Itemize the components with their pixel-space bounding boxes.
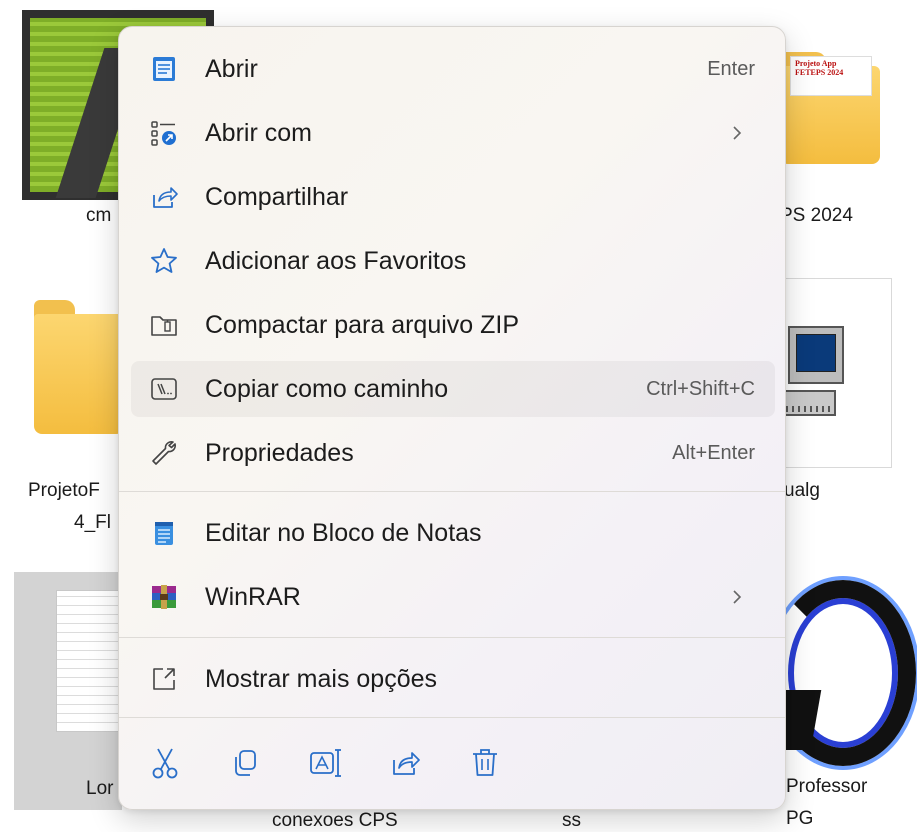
document-thumbnail-icon <box>56 590 124 732</box>
copy-path-icon <box>151 378 177 400</box>
file-label-professor-line1: Professor <box>786 776 868 797</box>
file-label-professor-line2: PG <box>786 808 814 829</box>
menu-label-winrar: WinRAR <box>205 583 301 611</box>
menu-item-zip[interactable]: Compactar para arquivo ZIP <box>131 297 775 353</box>
open-with-icon <box>151 121 176 146</box>
menu-item-more-options[interactable]: Mostrar mais opções <box>131 651 775 707</box>
menu-label-more-options: Mostrar mais opções <box>205 665 438 693</box>
menu-item-properties[interactable]: Propriedades Alt+Enter <box>131 425 775 481</box>
menu-item-favorites[interactable]: Adicionar aos Favoritos <box>131 233 775 289</box>
menu-item-share[interactable]: Compartilhar <box>131 169 775 225</box>
menu-label-properties: Propriedades <box>205 439 354 467</box>
copy-icon <box>235 750 256 776</box>
delete-button[interactable] <box>465 743 505 783</box>
menu-separator-3 <box>119 717 785 718</box>
file-label-conexoes: conexoes CPS <box>272 810 398 831</box>
menu-label-notepad: Editar no Bloco de Notas <box>205 519 482 547</box>
menu-item-winrar[interactable]: WinRAR <box>131 569 775 625</box>
menu-label-share: Compartilhar <box>205 183 349 211</box>
file-label-lor: Lor <box>86 778 114 799</box>
file-label-feteps: PS 2024 <box>780 205 853 226</box>
star-icon <box>151 248 177 273</box>
share-icon <box>153 187 178 208</box>
file-label-projeto-line1: ProjetoF <box>28 480 100 501</box>
wrench-icon <box>152 441 176 465</box>
menu-label-open: Abrir <box>205 55 258 83</box>
notepad-blue-icon <box>155 522 173 545</box>
context-menu: Abrir Enter Abrir com Compartilhar Adici… <box>118 26 786 810</box>
menu-item-copy-path[interactable]: Copiar como caminho Ctrl+Shift+C <box>131 361 775 417</box>
menu-separator-1 <box>119 491 785 492</box>
keyboard-icon <box>784 390 836 416</box>
notepad-icon <box>153 57 175 81</box>
chevron-right-icon <box>733 126 742 140</box>
scissors-icon <box>152 748 178 779</box>
folder-feteps-icon[interactable]: Projeto App FETEPS 2024 <box>780 52 880 164</box>
file-label-visualg: ualg <box>784 480 820 501</box>
computer-icon <box>788 326 844 384</box>
menu-item-notepad[interactable]: Editar no Bloco de Notas <box>131 505 775 561</box>
file-label-projeto-line2: 4_Fl <box>74 512 111 533</box>
menu-label-favorites: Adicionar aos Favoritos <box>205 247 467 275</box>
rename-button[interactable] <box>305 743 345 783</box>
winrar-icon <box>152 585 176 609</box>
share-button[interactable] <box>385 743 425 783</box>
menu-label-zip: Compactar para arquivo ZIP <box>205 311 520 339</box>
folder-projeto-icon[interactable] <box>34 300 124 434</box>
file-label-ss: ss <box>562 810 581 831</box>
shortcut-copy-path: Ctrl+Shift+C <box>646 378 755 400</box>
menu-label-open-with: Abrir com <box>205 119 312 147</box>
chevron-right-icon <box>733 590 742 604</box>
shortcut-open: Enter <box>707 58 755 80</box>
copy-button[interactable] <box>225 743 265 783</box>
menu-separator-2 <box>119 637 785 638</box>
menu-item-open-with[interactable]: Abrir com <box>131 105 775 161</box>
file-label-cm: cm <box>86 205 112 226</box>
cut-button[interactable] <box>145 743 185 783</box>
folder-paper-preview: Projeto App FETEPS 2024 <box>790 56 872 96</box>
menu-label-copy-path: Copiar como caminho <box>205 375 449 403</box>
shortcut-properties: Alt+Enter <box>672 442 755 464</box>
expand-icon <box>153 668 175 690</box>
rename-icon <box>310 749 341 777</box>
share-icon <box>393 752 420 775</box>
menu-item-open[interactable]: Abrir Enter <box>131 41 775 97</box>
trash-icon <box>473 749 497 776</box>
zip-folder-icon <box>151 316 177 336</box>
